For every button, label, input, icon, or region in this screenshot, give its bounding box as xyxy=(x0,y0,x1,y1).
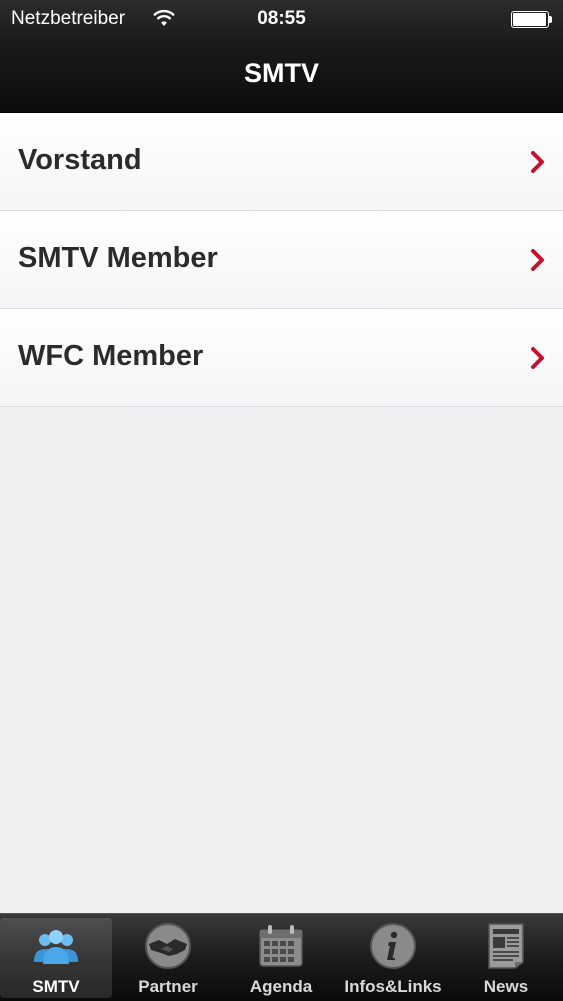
tab-infos-links[interactable]: Infos&Links xyxy=(337,918,449,998)
info-icon xyxy=(370,923,416,969)
chevron-right-icon xyxy=(531,347,544,369)
status-bar: Netzbetreiber 08:55 xyxy=(0,0,563,38)
tab-bar: SMTV Partner Agenda Infos&Links News xyxy=(0,913,563,1001)
list-item-label: SMTV Member xyxy=(18,242,218,274)
page-title: SMTV xyxy=(243,58,319,88)
list-item-wfc-member[interactable]: WFC Member xyxy=(0,309,563,407)
tab-smtv[interactable]: SMTV xyxy=(0,918,112,998)
menu-list: Vorstand SMTV Member WFC Member xyxy=(0,113,563,407)
newspaper-icon xyxy=(488,923,524,969)
chevron-right-icon xyxy=(531,249,544,271)
members-icon xyxy=(34,930,78,964)
tab-agenda[interactable]: Agenda xyxy=(225,918,337,998)
tab-news[interactable]: News xyxy=(450,918,562,998)
tab-label: Partner xyxy=(138,977,198,996)
tab-label: SMTV xyxy=(32,977,80,996)
tab-label: Agenda xyxy=(249,977,313,996)
chevron-right-icon xyxy=(531,151,544,173)
tab-label: News xyxy=(483,977,529,996)
list-item-vorstand[interactable]: Vorstand xyxy=(0,113,563,211)
top-bar: Netzbetreiber 08:55 SMTV xyxy=(0,0,563,113)
tab-label: Infos&Links xyxy=(344,977,442,996)
clock: 08:55 xyxy=(257,8,306,29)
list-item-smtv-member[interactable]: SMTV Member xyxy=(0,211,563,309)
battery-icon xyxy=(511,11,552,28)
list-item-label: WFC Member xyxy=(18,340,204,372)
list-item-label: Vorstand xyxy=(18,144,142,176)
tab-partner[interactable]: Partner xyxy=(112,918,224,998)
handshake-icon xyxy=(145,923,191,969)
calendar-icon xyxy=(259,925,303,967)
